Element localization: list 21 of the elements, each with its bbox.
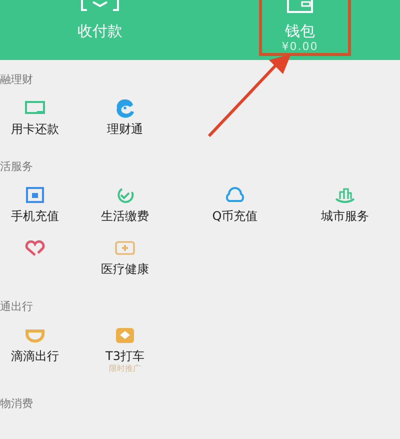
service-label[interactable]: 生活缴费 (101, 209, 149, 224)
section-title: 融理财 (0, 72, 34, 88)
section-title: 通出行 (0, 299, 34, 315)
medical-kit-icon[interactable] (113, 238, 137, 258)
section-title: 活服务 (0, 159, 34, 175)
service-label[interactable]: 手机充值 (11, 209, 59, 224)
service-label[interactable]: 用卡还款 (11, 122, 59, 137)
service-label[interactable]: T3打车 (106, 349, 144, 364)
phone-icon[interactable] (23, 185, 47, 205)
service-label[interactable]: 滴滴出行 (11, 349, 59, 364)
service-label[interactable]: 理财通 (107, 122, 143, 137)
wallet-balance: ¥0.00 (282, 40, 318, 53)
cloud-icon[interactable] (223, 185, 247, 205)
service-label[interactable]: Q币充值 (212, 209, 258, 224)
promo-note: 限时推广 (109, 364, 141, 374)
section-title: 物消费 (0, 396, 34, 412)
service-label[interactable]: 医疗健康 (101, 262, 149, 277)
buildings-icon[interactable] (333, 185, 357, 205)
scan-icon[interactable] (80, 0, 120, 14)
taxi-icon[interactable] (113, 325, 137, 345)
service-label[interactable]: 城市服务 (321, 209, 369, 224)
